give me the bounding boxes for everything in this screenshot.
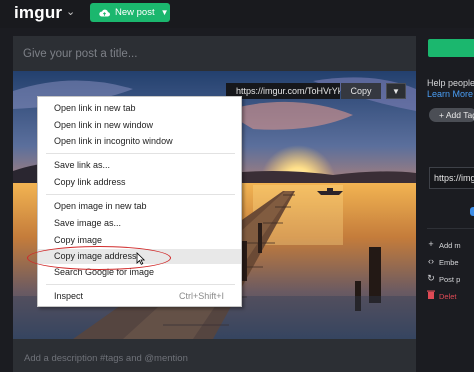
new-post-button[interactable]: New post ▼ [90,3,170,22]
menu-item-save-image-as[interactable]: Save image as... [38,216,241,231]
post-description-input[interactable] [13,347,416,369]
upload-cloud-icon [99,9,110,17]
imgur-logo[interactable]: imgur [14,3,62,23]
menu-item-inspect[interactable]: Inspect Ctrl+Shift+I [38,289,241,304]
image-link-field[interactable]: https://imgur.com/ToHVrYk [226,83,340,99]
post-button[interactable] [428,39,474,57]
plus-icon: + [439,110,446,120]
learn-more-link[interactable]: Learn More [427,89,473,99]
chevron-down-icon[interactable]: ▼ [386,83,406,99]
add-tag-button[interactable]: + Add Tag [429,108,474,122]
add-tag-label: Add Tag [445,110,474,120]
embed-action[interactable]: Embe [439,258,459,267]
menu-item-label: Inspect [54,291,84,301]
menu-separator [46,153,235,154]
menu-item-open-image-new-tab[interactable]: Open image in new tab [38,199,241,214]
trash-icon [426,290,436,301]
toggle-knob[interactable] [470,207,474,216]
copy-button[interactable]: Copy [341,83,381,99]
menu-item-open-link-new-tab[interactable]: Open link in new tab [38,101,241,116]
menu-separator [46,194,235,195]
app-window: imgur ⌄ New post ▼ Give your post a titl… [0,0,474,372]
plus-icon: + [428,239,434,249]
right-sidebar: Help people Learn More + Add Tag https:/… [416,28,474,372]
chevron-down-icon: ▼ [160,8,169,17]
delete-action[interactable]: Delet [439,292,457,301]
menu-item-save-link-as[interactable]: Save link as... [38,158,241,173]
help-text: Help people [427,78,474,88]
mouse-pointer-icon [136,252,146,270]
chevron-down-icon[interactable]: ⌄ [66,5,75,18]
top-bar: imgur ⌄ New post ▼ [0,0,474,28]
menu-item-copy-link-address[interactable]: Copy link address [38,175,241,190]
menu-separator [46,284,235,285]
menu-item-open-link-incognito[interactable]: Open link in incognito window [38,134,241,149]
add-media-action[interactable]: Add m [439,241,461,250]
post-to-community-action[interactable]: Post p [439,275,460,284]
keyboard-shortcut: Ctrl+Shift+I [178,291,224,301]
menu-item-open-link-new-window[interactable]: Open link in new window [38,118,241,133]
context-menu: Open link in new tab Open link in new wi… [37,96,242,307]
post-url-field[interactable]: https://imgur [429,167,474,189]
post-icon: ↻ [427,273,435,283]
highlight-annotation-oval [27,246,171,270]
menu-item-copy-image[interactable]: Copy image [38,233,241,248]
embed-icon: ‹› [428,256,434,266]
divider [427,228,474,229]
post-title-input[interactable] [13,36,416,71]
new-post-label: New post [115,7,155,18]
